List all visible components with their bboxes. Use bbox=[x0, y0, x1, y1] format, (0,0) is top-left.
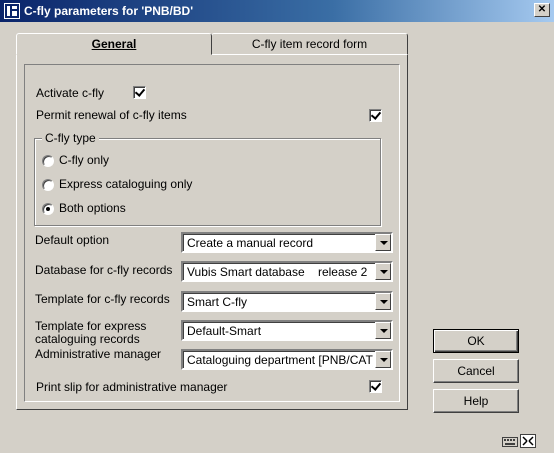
tab-general-label: General bbox=[91, 37, 137, 51]
radio-both-options-label[interactable]: Both options bbox=[59, 201, 126, 215]
template-express-select[interactable]: Default-Smart bbox=[181, 320, 393, 341]
tab-general[interactable]: General bbox=[16, 33, 212, 55]
database-value: Vubis Smart database release 2 bbox=[187, 265, 368, 279]
database-select[interactable]: Vubis Smart database release 2 bbox=[181, 261, 393, 282]
activate-cfly-label: Activate c-fly bbox=[36, 86, 105, 100]
template-express-label: Template for express cataloguing records bbox=[35, 319, 147, 346]
permit-renewal-label: Permit renewal of c-fly items bbox=[36, 108, 187, 122]
chevron-down-icon[interactable] bbox=[375, 322, 391, 339]
chevron-down-icon[interactable] bbox=[375, 234, 391, 251]
cancel-button[interactable]: Cancel bbox=[433, 359, 519, 383]
template-cfly-label: Template for c-fly records bbox=[35, 292, 170, 306]
permit-renewal-checkbox[interactable] bbox=[369, 109, 382, 122]
title-bar[interactable]: C-fly parameters for 'PNB/BD' ✕ bbox=[0, 0, 554, 22]
database-label: Database for c-fly records bbox=[35, 263, 173, 277]
chevron-down-icon[interactable] bbox=[375, 293, 391, 310]
admin-manager-label: Administrative manager bbox=[35, 347, 162, 361]
close-button[interactable]: ✕ bbox=[534, 3, 550, 17]
radio-express-cataloguing-only-label[interactable]: Express cataloguing only bbox=[59, 177, 192, 191]
admin-manager-select[interactable]: Cataloguing department [PNB/CAT] bbox=[181, 349, 393, 370]
ok-button-label: OK bbox=[467, 334, 485, 348]
admin-manager-value: Cataloguing department [PNB/CAT] bbox=[187, 353, 373, 367]
chevron-down-icon[interactable] bbox=[375, 351, 391, 368]
template-cfly-select[interactable]: Smart C-fly bbox=[181, 291, 393, 312]
default-option-label: Default option bbox=[35, 233, 110, 247]
resize-grip-icon[interactable] bbox=[520, 434, 536, 448]
close-icon: ✕ bbox=[537, 4, 547, 15]
ok-button[interactable]: OK bbox=[433, 329, 519, 353]
print-slip-label: Print slip for administrative manager bbox=[36, 380, 228, 394]
help-button[interactable]: Help bbox=[433, 389, 519, 413]
radio-express-cataloguing-only[interactable] bbox=[42, 179, 54, 191]
cfly-type-group-title: C-fly type bbox=[42, 131, 99, 145]
window-title: C-fly parameters for 'PNB/BD' bbox=[24, 4, 194, 18]
template-express-value: Default-Smart bbox=[187, 324, 262, 338]
radio-cfly-only-label[interactable]: C-fly only bbox=[59, 153, 109, 167]
cancel-button-label: Cancel bbox=[457, 364, 495, 378]
radio-both-options[interactable] bbox=[42, 203, 54, 215]
chevron-down-icon[interactable] bbox=[375, 263, 391, 280]
template-cfly-value: Smart C-fly bbox=[187, 295, 247, 309]
help-button-label: Help bbox=[463, 394, 489, 408]
activate-cfly-checkbox[interactable] bbox=[133, 86, 146, 99]
default-option-select[interactable]: Create a manual record bbox=[181, 232, 393, 253]
app-icon bbox=[4, 3, 20, 19]
dialog-window: C-fly parameters for 'PNB/BD' ✕ General … bbox=[0, 0, 554, 453]
print-slip-checkbox[interactable] bbox=[369, 380, 382, 393]
radio-cfly-only[interactable] bbox=[42, 155, 54, 167]
tab-cfly-item-record-form[interactable]: C-fly item record form bbox=[211, 33, 408, 55]
keyboard-icon[interactable] bbox=[502, 434, 518, 448]
default-option-value: Create a manual record bbox=[187, 236, 314, 250]
tab-cfly-item-record-form-label: C-fly item record form bbox=[251, 37, 368, 51]
